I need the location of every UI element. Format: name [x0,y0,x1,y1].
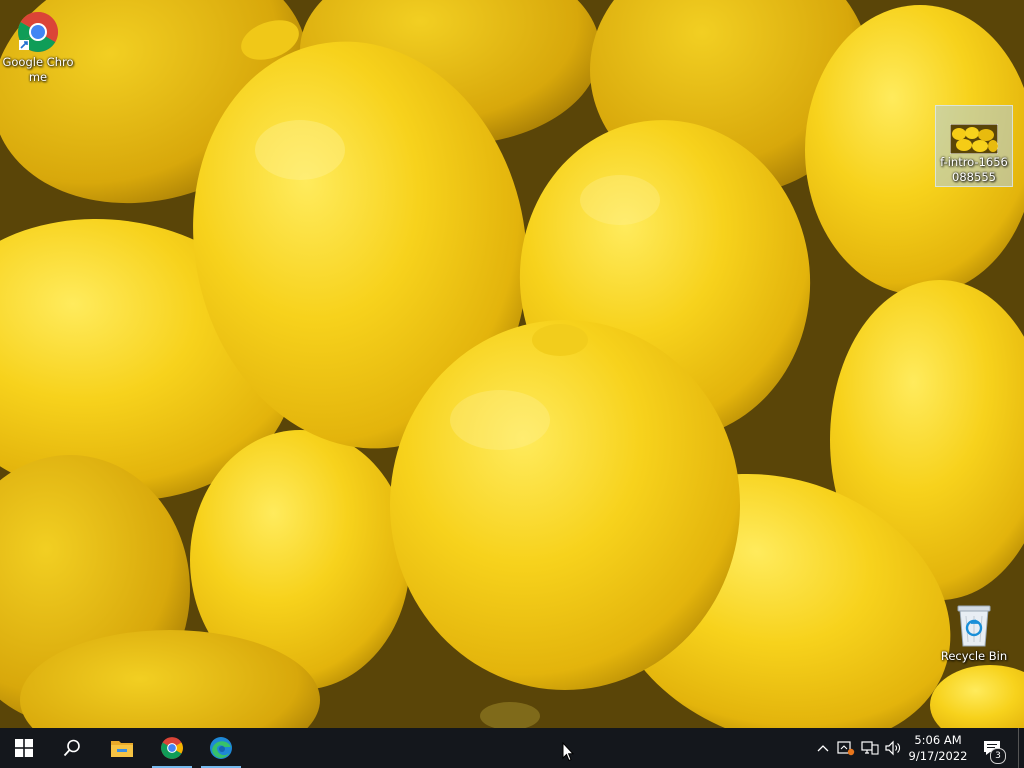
chrome-taskbar-button[interactable] [148,728,196,768]
chrome-icon [161,737,183,759]
meet-now-button[interactable] [836,738,856,758]
recycle-bin-icon [957,605,991,647]
search-icon [63,739,80,757]
lemons-wallpaper [0,0,1024,728]
network-icon [861,741,879,755]
start-button[interactable] [0,728,48,768]
file-explorer-button[interactable] [98,728,146,768]
file-explorer-icon [111,741,133,757]
show-desktop-button[interactable] [1018,728,1024,768]
notification-count-badge: 3 [990,748,1006,764]
clock[interactable]: 5:06 AM 9/17/2022 [904,730,972,768]
desktop-icon-label: Recycle Bin [940,649,1008,663]
mouse-cursor [562,742,574,762]
desktop-icon-recycle-bin[interactable]: Recycle Bin [936,600,1012,665]
windows-start-icon [15,739,33,757]
desktop-icon-label: f-intro-1656088555 [940,155,1008,184]
volume-button[interactable] [883,738,903,758]
meet-now-icon [837,741,855,756]
network-button[interactable] [860,738,880,758]
desktop-icon-label: Google Chrome [2,55,74,84]
search-button[interactable] [48,728,96,768]
edge-icon [210,737,232,759]
chrome-icon [18,12,58,52]
clock-date: 9/17/2022 [908,749,968,763]
volume-icon [885,740,900,756]
image-file-icon [950,124,998,154]
chevron-up-icon [817,745,829,752]
desktop[interactable]: Google Chrome f-intro-1656088555 Recycle… [0,0,1024,728]
desktop-icon-google-chrome[interactable]: Google Chrome [0,6,76,86]
show-hidden-icons-button[interactable] [813,738,833,758]
taskbar: 5:06 AM 9/17/2022 [0,728,1024,768]
clock-time: 5:06 AM [914,733,962,747]
edge-taskbar-button[interactable] [197,728,245,768]
desktop-icon-image-file[interactable]: f-intro-1656088555 [935,105,1013,187]
